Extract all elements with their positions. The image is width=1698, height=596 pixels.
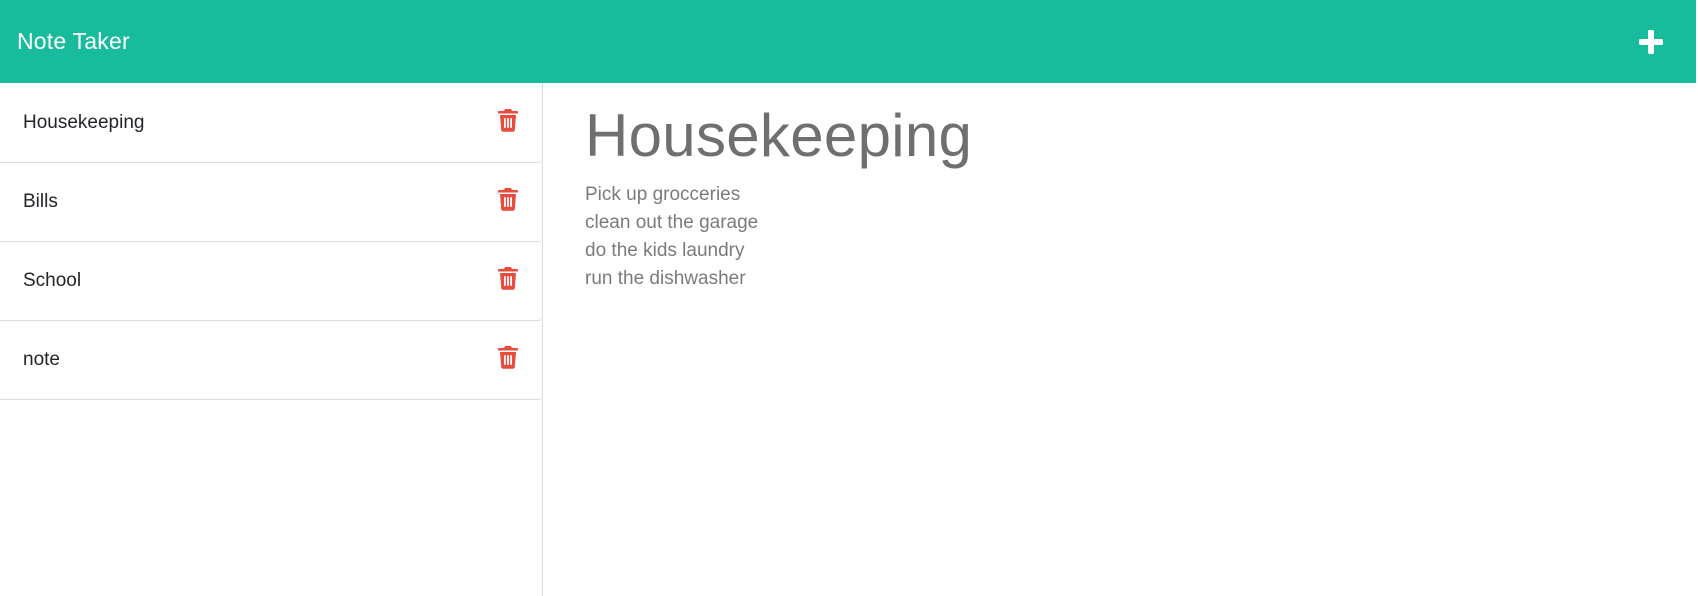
trash-icon [498,346,518,369]
notes-sidebar: Housekeeping Bills School note [0,83,543,596]
app-brand[interactable]: Note Taker [17,28,130,55]
delete-note-button[interactable] [497,107,519,133]
note-list-item-title: note [23,349,60,370]
trash-icon [498,267,518,290]
top-navbar: Note Taker [0,0,1696,83]
note-list-item-title: Housekeeping [23,111,145,133]
delete-note-button[interactable] [497,186,519,212]
note-list-item-title: School [23,270,82,291]
note-list-item[interactable]: Bills [0,163,542,242]
note-list-item[interactable]: Housekeeping [0,83,542,163]
note-view: Housekeeping Pick up grocceries clean ou… [543,83,1696,596]
note-list-item[interactable]: note [0,321,542,400]
plus-icon [1639,29,1663,54]
trash-icon [498,108,518,132]
note-title-view[interactable]: Housekeeping [585,101,972,170]
add-note-button[interactable] [1636,27,1666,57]
delete-note-button[interactable] [497,265,519,291]
note-list: Housekeeping Bills School note [0,83,542,400]
note-list-item[interactable]: School [0,242,542,321]
delete-note-button[interactable] [497,344,519,370]
trash-icon [498,188,518,211]
note-list-item-title: Bills [23,191,58,212]
note-taker-app: Note Taker Housekeeping Bills School not… [0,0,1698,596]
note-body-view[interactable]: Pick up grocceries clean out the garage … [585,181,1285,293]
